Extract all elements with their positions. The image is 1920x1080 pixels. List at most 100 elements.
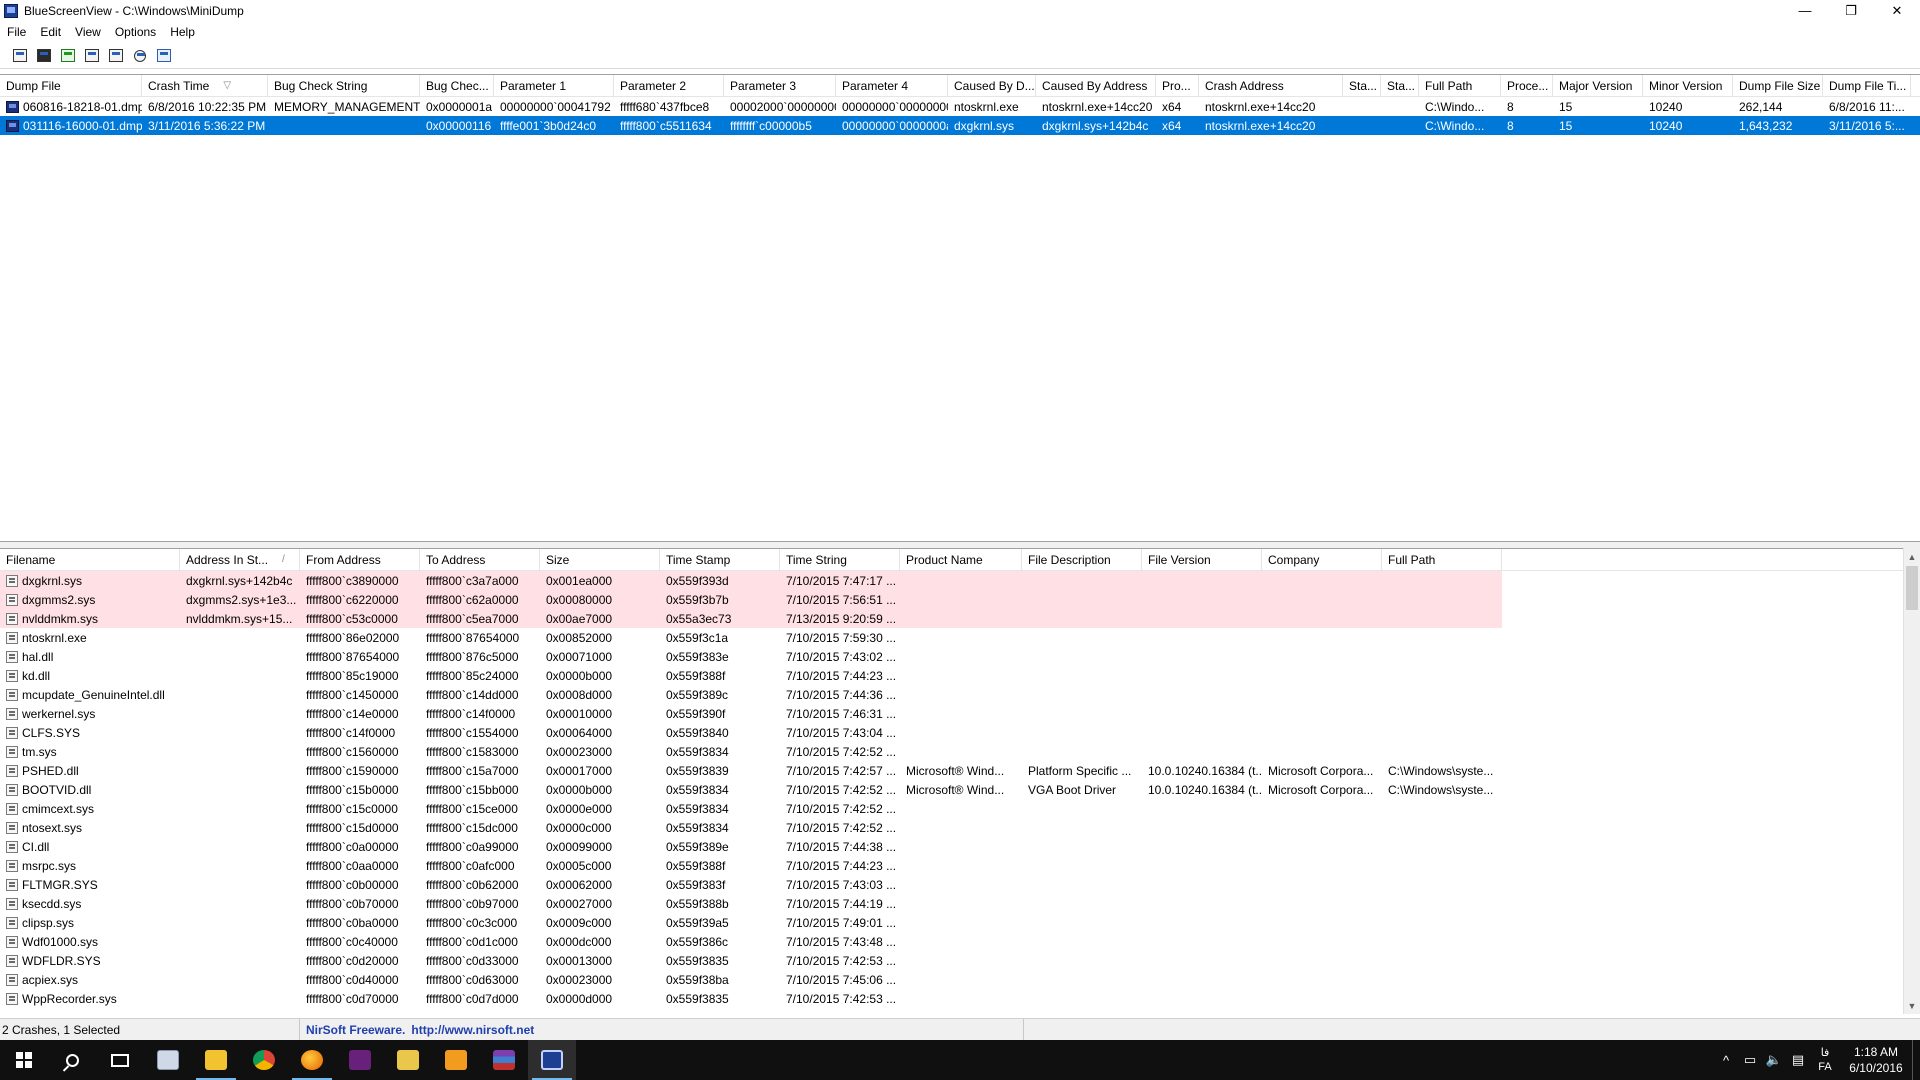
module-row[interactable]: nvlddmkm.sys nvlddmkm.sys+15... fffff800`c… [0, 609, 1920, 628]
module-row[interactable]: CI.dll fffff800`c0a00000 fffff800`c0a99000… [0, 837, 1920, 856]
module-row[interactable]: ntosext.sys fffff800`c15d0000 fffff800`c15… [0, 818, 1920, 837]
column-header[interactable]: Filename [0, 549, 180, 570]
taskbar-winrar[interactable] [480, 1040, 528, 1080]
module-row[interactable]: dxgmms2.sys dxgmms2.sys+1e3... fffff800`c6… [0, 590, 1920, 609]
module-row[interactable]: hal.dll fffff800`87654000 fffff800`876c500… [0, 647, 1920, 666]
crash-cell-text: 10240 [1649, 99, 1683, 114]
crash-list[interactable]: Dump File Crash Time ▽ Bug Check String Bug … [0, 74, 1920, 542]
column-header[interactable]: To Address [420, 549, 540, 570]
task-view-button[interactable] [96, 1040, 144, 1080]
column-header[interactable]: Bug Chec... [420, 75, 494, 96]
module-row[interactable]: ntoskrnl.exe fffff800`86e02000 fffff800`87… [0, 628, 1920, 647]
menu-view[interactable]: View [68, 25, 108, 39]
status-url-link[interactable]: http://www.nirsoft.net [411, 1023, 534, 1037]
maximize-button[interactable]: ❐ [1828, 0, 1874, 21]
column-header[interactable]: Size [540, 549, 660, 570]
module-row[interactable]: tm.sys fffff800`c1560000 fffff800`c1583000… [0, 742, 1920, 761]
scroll-down-arrow[interactable]: ▼ [1904, 997, 1920, 1014]
module-row[interactable]: FLTMGR.SYS fffff800`c0b00000 fffff800`c0b6… [0, 875, 1920, 894]
scroll-thumb[interactable] [1906, 566, 1918, 610]
column-header[interactable]: Sta... [1343, 75, 1381, 96]
module-row[interactable]: Wdf01000.sys fffff800`c0c40000 fffff800`c0… [0, 932, 1920, 951]
column-header[interactable]: Crash Address [1199, 75, 1343, 96]
crash-row[interactable]: 060816-18218-01.dmp 6/8/2016 10:22:35 PM M… [0, 97, 1920, 116]
module-list[interactable]: Filename Address In St... / From Address To … [0, 548, 1920, 1014]
menu-options[interactable]: Options [108, 25, 163, 39]
taskbar-chrome[interactable] [240, 1040, 288, 1080]
column-header[interactable]: Dump File Size [1733, 75, 1823, 96]
column-header[interactable]: Product Name [900, 549, 1022, 570]
column-header[interactable]: Proce... [1501, 75, 1553, 96]
menu-help[interactable]: Help [163, 25, 202, 39]
column-header[interactable]: Caused By Address [1036, 75, 1156, 96]
search-button[interactable] [48, 1040, 96, 1080]
module-row[interactable]: ksecdd.sys fffff800`c0b70000 fffff800`c0b9… [0, 894, 1920, 913]
column-header[interactable]: Time String [780, 549, 900, 570]
module-row[interactable]: dxgkrnl.sys dxgkrnl.sys+142b4c fffff800`c3… [0, 571, 1920, 590]
column-header[interactable]: Company [1262, 549, 1382, 570]
clock[interactable]: 1:18 AM 6/10/2016 [1840, 1044, 1912, 1076]
column-header[interactable]: File Description [1022, 549, 1142, 570]
network-icon[interactable]: ▭ [1738, 1040, 1762, 1080]
exit-button[interactable] [154, 46, 174, 66]
module-row[interactable]: acpiex.sys fffff800`c0d40000 fffff800`c0d6… [0, 970, 1920, 989]
scroll-up-arrow[interactable]: ▲ [1904, 548, 1920, 565]
taskbar-notepad[interactable] [144, 1040, 192, 1080]
column-header[interactable]: Parameter 3 [724, 75, 836, 96]
module-row[interactable]: BOOTVID.dll fffff800`c15b0000 fffff800`c15… [0, 780, 1920, 799]
column-header[interactable]: File Version [1142, 549, 1262, 570]
column-header[interactable]: Parameter 2 [614, 75, 724, 96]
action-center-icon[interactable]: ▤ [1786, 1040, 1810, 1080]
module-row[interactable]: kd.dll fffff800`85c19000 fffff800`85c24000… [0, 666, 1920, 685]
taskbar-folder[interactable] [384, 1040, 432, 1080]
module-row[interactable]: werkernel.sys fffff800`c14e0000 fffff800`c… [0, 704, 1920, 723]
module-row[interactable]: msrpc.sys fffff800`c0aa0000 fffff800`c0afc… [0, 856, 1920, 875]
show-desktop-button[interactable] [1912, 1040, 1920, 1080]
module-row[interactable]: mcupdate_GenuineIntel.dll fffff800`c14500… [0, 685, 1920, 704]
module-row[interactable]: PSHED.dll fffff800`c1590000 fffff800`c15a7… [0, 761, 1920, 780]
column-header[interactable]: Bug Check String [268, 75, 420, 96]
column-header[interactable]: Pro... [1156, 75, 1199, 96]
taskbar-visual-studio[interactable] [336, 1040, 384, 1080]
module-row[interactable]: cmimcext.sys fffff800`c15c0000 fffff800`c1… [0, 799, 1920, 818]
close-button[interactable]: ✕ [1874, 0, 1920, 21]
column-header[interactable]: Caused By D... [948, 75, 1036, 96]
column-header[interactable]: Address In St... / [180, 549, 300, 570]
tray-overflow-chevron[interactable]: ^ [1714, 1040, 1738, 1080]
minimize-button[interactable]: — [1782, 0, 1828, 21]
menu-file[interactable]: File [0, 25, 33, 39]
column-header[interactable]: Parameter 4 [836, 75, 948, 96]
find-button[interactable] [130, 46, 150, 66]
module-row[interactable]: WppRecorder.sys fffff800`c0d70000 fffff800… [0, 989, 1920, 1008]
save-button[interactable] [34, 46, 54, 66]
language-indicator[interactable]: فا FA [1810, 1046, 1840, 1074]
column-header[interactable]: Time Stamp [660, 549, 780, 570]
module-row[interactable]: clipsp.sys fffff800`c0ba0000 fffff800`c0c3… [0, 913, 1920, 932]
column-header[interactable]: Major Version [1553, 75, 1643, 96]
taskbar-file-explorer[interactable] [192, 1040, 240, 1080]
column-header[interactable]: Dump File Ti... [1823, 75, 1911, 96]
column-header[interactable]: Full Path [1382, 549, 1502, 570]
module-row[interactable]: WDFLDR.SYS fffff800`c0d20000 fffff800`c0d3… [0, 951, 1920, 970]
refresh-button[interactable] [58, 46, 78, 66]
column-header[interactable]: Crash Time ▽ [142, 75, 268, 96]
taskbar-bluescreenview[interactable] [528, 1040, 576, 1080]
taskbar-sublime[interactable] [432, 1040, 480, 1080]
start-button[interactable] [0, 1040, 48, 1080]
menu-edit[interactable]: Edit [33, 25, 68, 39]
column-header[interactable]: Minor Version [1643, 75, 1733, 96]
properties-button[interactable] [10, 46, 30, 66]
crash-row[interactable]: 031116-16000-01.dmp 3/11/2016 5:36:22 PM 0… [0, 116, 1920, 135]
taskbar-firefox[interactable] [288, 1040, 336, 1080]
column-header[interactable]: Sta... [1381, 75, 1419, 96]
copy-button[interactable] [82, 46, 102, 66]
column-header[interactable]: Parameter 1 [494, 75, 614, 96]
volume-icon[interactable]: 🔈 [1762, 1040, 1786, 1080]
column-header[interactable]: Dump File [0, 75, 142, 96]
module-list-scrollbar[interactable]: ▲ ▼ [1903, 548, 1920, 1014]
module-cell-text: BOOTVID.dll [22, 782, 92, 797]
column-header[interactable]: From Address [300, 549, 420, 570]
module-row[interactable]: CLFS.SYS fffff800`c14f0000 fffff800`c15540… [0, 723, 1920, 742]
html-report-button[interactable] [106, 46, 126, 66]
column-header[interactable]: Full Path [1419, 75, 1501, 96]
